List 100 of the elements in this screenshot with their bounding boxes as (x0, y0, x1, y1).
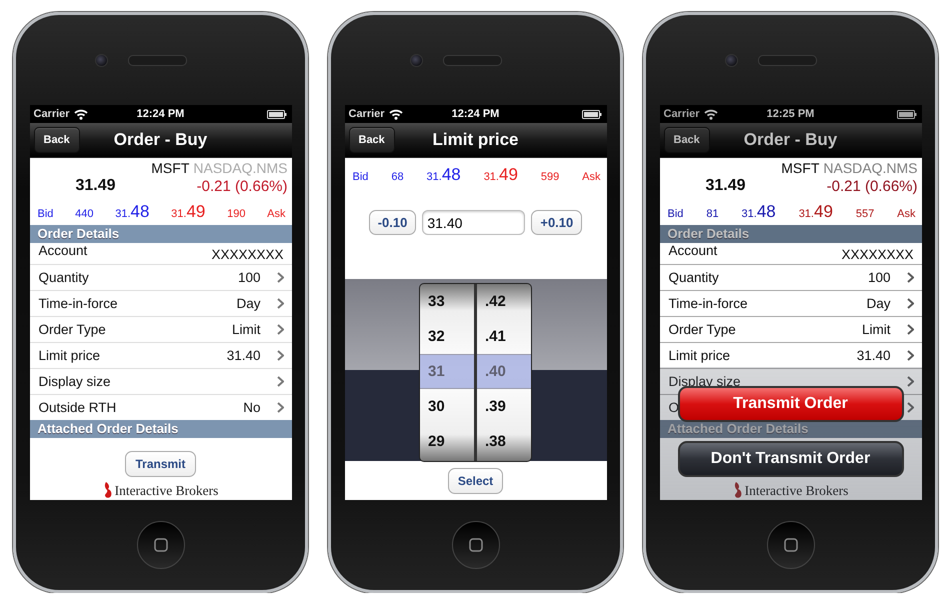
home-button[interactable] (766, 521, 814, 569)
select-button[interactable]: Select (448, 468, 504, 494)
row-value: XXXXXXXX (841, 247, 914, 262)
transmit-order-button[interactable]: Transmit Order (678, 386, 904, 422)
bid-price: 31.48 (742, 202, 776, 222)
battery-icon (267, 110, 288, 118)
row-value: 31.40 (226, 348, 260, 363)
status-time: 12:25 PM (766, 108, 814, 120)
back-button[interactable]: Back (34, 127, 80, 153)
wifi-icon (388, 108, 403, 120)
carrier-name: Carrier (348, 108, 385, 120)
ask-size: 190 (227, 208, 246, 220)
picker-item[interactable]: 30 (420, 389, 474, 424)
camera-lens (410, 54, 422, 66)
row-label: Quantity (38, 270, 89, 285)
logo-text: Interactive Brokers (114, 483, 218, 499)
row-label: Outside RTH (38, 400, 116, 415)
exchange-name: NASDAQ.NMS (193, 160, 288, 176)
row-label: Quantity (668, 270, 719, 285)
decrement-button[interactable]: -0.10 (368, 210, 416, 235)
picker-item[interactable]: .41 (477, 319, 531, 354)
ask-size: 599 (540, 171, 560, 183)
picker-item[interactable]: .38 (477, 424, 531, 459)
bid-size: 81 (706, 208, 719, 220)
ask-price: 31.49 (484, 165, 518, 185)
ask-price: 31.49 (798, 202, 833, 222)
broker-logo-icon (102, 481, 113, 499)
battery-icon (897, 110, 918, 118)
row-label: Limit price (38, 348, 100, 363)
row-label: Time-in-force (668, 296, 748, 311)
speaker-grille (758, 54, 816, 66)
home-button[interactable] (136, 521, 184, 569)
ask-size: 557 (856, 208, 874, 220)
row-value: 100 (238, 270, 260, 285)
picker-item[interactable]: 29 (420, 424, 474, 459)
last-price: 31.49 (76, 177, 116, 195)
carrier-name: Carrier (664, 108, 700, 120)
wifi-icon (704, 108, 718, 120)
section-header: Order Details (30, 225, 292, 243)
price-change: -0.21 (0.66%) (196, 178, 288, 194)
carrier-name: Carrier (34, 108, 70, 120)
row-label: Time-in-force (38, 296, 118, 311)
back-button[interactable]: Back (348, 127, 395, 153)
price-input-field[interactable]: 31.40 (422, 210, 526, 235)
bid-price: 31.48 (426, 165, 461, 185)
row-value: Day (236, 296, 260, 311)
bid-label: Bid (352, 171, 368, 183)
ticker-symbol: MSFT (781, 160, 820, 176)
row-value: Day (866, 296, 890, 311)
transmit-button[interactable]: Transmit (125, 451, 196, 477)
picker-wheel[interactable]: 33 32 31 30 29 .42 .41 .40 .39 .38 (419, 283, 532, 462)
nav-title: Order - Buy (744, 130, 838, 150)
cancel-button[interactable]: Don't Transmit Order (678, 441, 904, 477)
bid-label: Bid (38, 208, 54, 220)
ask-price: 31.49 (171, 202, 206, 222)
bid-label: Bid (668, 208, 684, 220)
section-header: Attached Order Details (660, 420, 922, 438)
ask-label: Ask (582, 171, 600, 183)
picker-item[interactable]: .42 (477, 284, 531, 319)
back-button[interactable]: Back (664, 127, 710, 153)
battery-icon (582, 110, 602, 118)
section-header: Order Details (660, 225, 922, 243)
camera-lens (94, 54, 108, 66)
last-price: 31.49 (706, 177, 746, 195)
status-time: 12:24 PM (136, 108, 184, 120)
broker-logo-icon (732, 481, 743, 499)
picker-item[interactable]: 33 (420, 284, 474, 319)
speaker-grille (442, 54, 502, 66)
row-label: Display size (38, 374, 111, 389)
wifi-icon (74, 108, 88, 120)
price-change: -0.21 (0.66%) (826, 178, 918, 194)
nav-title: Order - Buy (114, 130, 208, 150)
logo-text: Interactive Brokers (744, 483, 848, 499)
picker-item[interactable]: .39 (477, 389, 531, 424)
section-header: Attached Order Details (30, 420, 292, 438)
ticker-symbol: MSFT (151, 160, 190, 176)
row-value: 31.40 (856, 348, 890, 363)
bid-size: 68 (391, 171, 404, 183)
row-label: Order Type (668, 322, 736, 337)
ask-label: Ask (897, 208, 916, 220)
increment-button[interactable]: +0.10 (531, 210, 582, 235)
square-icon (468, 538, 482, 552)
row-value: XXXXXXXX (211, 247, 284, 262)
exchange-name: NASDAQ.NMS (823, 160, 918, 176)
row-label: Display size (668, 374, 741, 389)
row-value: Limit (862, 322, 890, 337)
nav-title: Limit price (432, 130, 518, 150)
row-value: 100 (868, 270, 890, 285)
status-time: 12:24 PM (452, 108, 500, 120)
row-label: Order Type (38, 322, 106, 337)
bid-size: 440 (75, 208, 94, 220)
row-label: O (668, 400, 680, 415)
speaker-grille (128, 54, 186, 66)
square-icon (784, 538, 798, 552)
ask-label: Ask (267, 208, 286, 220)
row-value: No (243, 400, 260, 415)
bid-price: 31.48 (115, 202, 150, 222)
home-button[interactable] (452, 521, 500, 569)
picker-item[interactable]: 32 (420, 319, 474, 354)
row-label: Account (38, 243, 88, 258)
